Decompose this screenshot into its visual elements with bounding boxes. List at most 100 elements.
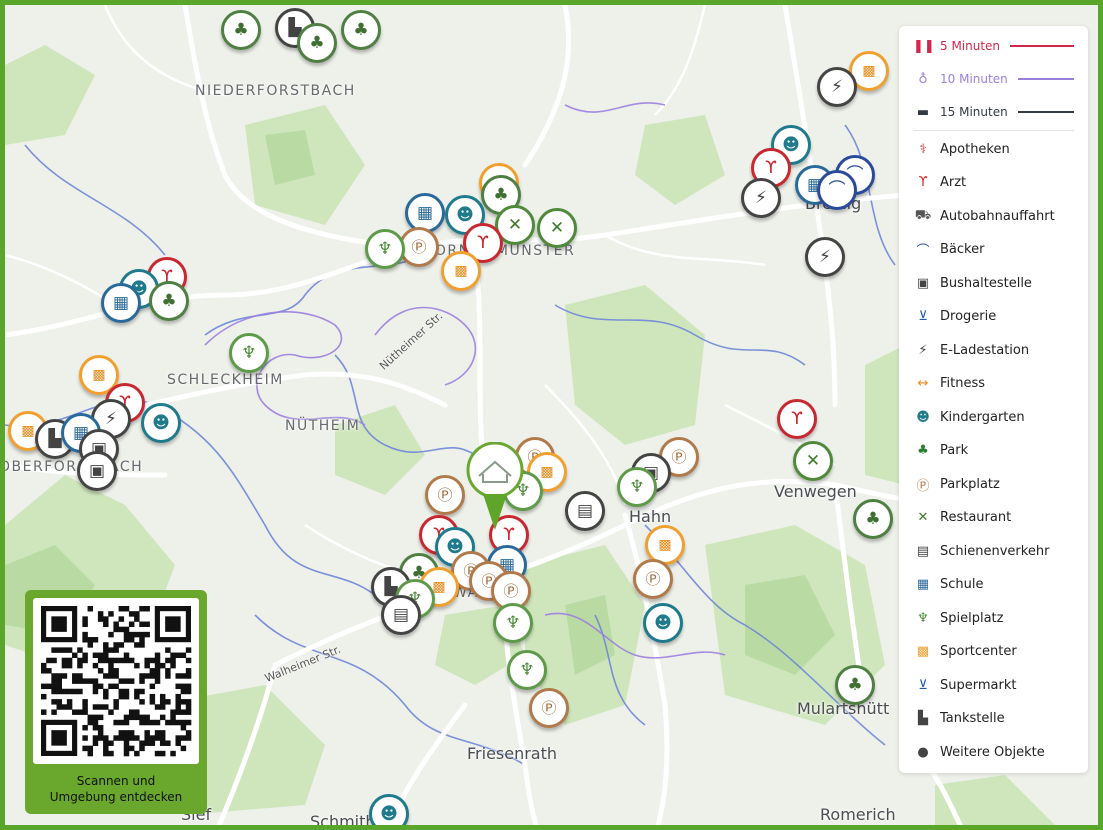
map-pin-icon: ● xyxy=(917,744,929,760)
qr-caption-line2: Umgebung entdecken xyxy=(49,790,183,804)
parking-marker[interactable]: Ⓟ xyxy=(633,559,673,599)
supermarket-icon: ⊻ xyxy=(918,677,928,693)
playground-marker[interactable]: ♆ xyxy=(365,229,405,269)
legend-isochrone-3[interactable]: ▬ 15 Minuten xyxy=(913,102,1074,122)
legend-separator xyxy=(913,130,1074,131)
sportcenter-icon: ▩ xyxy=(916,644,930,659)
legend-item-label: Sportcenter xyxy=(940,644,1017,659)
qr-caption-line1: Scannen und xyxy=(76,774,156,788)
legend-item-parkplatz[interactable]: Ⓟ Parkplatz xyxy=(913,474,1074,494)
place-friesenrath: Friesenrath xyxy=(467,744,558,763)
playground-marker[interactable]: ♆ xyxy=(507,650,547,690)
restaurant-marker[interactable]: ✕ xyxy=(537,208,577,248)
legend-item-label: Restaurant xyxy=(940,510,1012,525)
legend-item-label: E-Ladestation xyxy=(940,342,1030,358)
legend-item-label: Arzt xyxy=(940,175,967,190)
kindergarten-marker[interactable]: ☻ xyxy=(643,603,683,643)
legend-item-label: Supermarkt xyxy=(940,677,1017,693)
legend-item-label: Parkplatz xyxy=(940,476,1000,492)
park-marker[interactable]: ♣ xyxy=(297,23,337,63)
park-marker[interactable]: ♣ xyxy=(341,10,381,50)
legend-isochrone-1[interactable]: ❚❚ 5 Minuten xyxy=(913,36,1074,56)
cutlery-icon: ✕ xyxy=(917,510,929,525)
legend-item-sportcenter[interactable]: ▩ Sportcenter xyxy=(913,642,1074,662)
sportcenter-marker[interactable]: ▩ xyxy=(441,251,481,291)
legend-item-restaurant[interactable]: ✕ Restaurant xyxy=(913,508,1074,528)
legend-item-schule[interactable]: ▦ Schule xyxy=(913,575,1074,595)
place-mulartshuette: Mulartshütt xyxy=(797,699,890,718)
bicycle-icon: ♁ xyxy=(918,71,928,87)
qr-code-panel[interactable]: Scannen und Umgebung entdecken xyxy=(25,590,207,814)
legend-item-bäcker[interactable]: ⌒ Bäcker xyxy=(913,240,1074,260)
property-location-pin[interactable] xyxy=(465,442,525,532)
legend-item-label: Spielplatz xyxy=(940,610,1004,626)
legend-isochrone-label: 10 Minuten xyxy=(940,72,1008,86)
tree-icon: ♣ xyxy=(917,443,929,458)
legend-item-weitere-objekte[interactable]: ● Weitere Objekte xyxy=(913,742,1074,762)
qr-code[interactable] xyxy=(33,598,199,764)
legend-item-label: Fitness xyxy=(940,376,986,391)
ev-charger-marker[interactable]: ⚡ xyxy=(741,178,781,218)
place-schleckheim: SCHLECKHEIM xyxy=(167,372,284,388)
train-marker[interactable]: ▤ xyxy=(565,491,605,531)
legend-isochrone-2[interactable]: ♁ 10 Minuten xyxy=(913,69,1074,89)
legend-item-label: Drogerie xyxy=(940,309,997,324)
legend-item-label: Autobahnauffahrt xyxy=(940,208,1055,224)
legend-isochrone-line xyxy=(1010,45,1074,47)
legend-item-tankstelle[interactable]: ▙ Tankstelle xyxy=(913,709,1074,729)
legend-item-bushaltestelle[interactable]: ▣ Bushaltestelle xyxy=(913,273,1074,293)
legend-item-park[interactable]: ♣ Park xyxy=(913,441,1074,461)
legend-item-fitness[interactable]: ↔ Fitness xyxy=(913,374,1074,394)
legend-item-label: Tankstelle xyxy=(940,711,1005,726)
bread-icon: ⌒ xyxy=(916,244,930,259)
legend-item-label: Weitere Objekte xyxy=(940,744,1045,760)
car-icon: ▬ xyxy=(916,104,930,120)
ev-charger-marker[interactable]: ⚡ xyxy=(817,67,857,107)
parking-marker[interactable]: Ⓟ xyxy=(399,227,439,267)
legend-item-label: Schienenverkehr xyxy=(940,543,1050,559)
legend-item-label: Park xyxy=(940,443,969,458)
legend-item-supermarkt[interactable]: ⊻ Supermarkt xyxy=(913,675,1074,695)
dumbbell-icon: ↔ xyxy=(917,376,929,391)
restaurant-marker[interactable]: ✕ xyxy=(793,441,833,481)
park-marker[interactable]: ♣ xyxy=(149,281,189,321)
map-canvas[interactable]: NIEDERFORSTBACH KORNELIMÜNSTER SCHLECKHE… xyxy=(0,0,1103,830)
doctor-marker[interactable]: ϒ xyxy=(777,399,817,439)
park-marker[interactable]: ♣ xyxy=(853,499,893,539)
playground-marker[interactable]: ♆ xyxy=(229,333,269,373)
kindergarten-marker[interactable]: ☻ xyxy=(369,794,409,825)
legend-isochrone-label: 15 Minuten xyxy=(940,105,1008,119)
legend-item-label: Bäcker xyxy=(940,242,985,257)
place-hahn: Hahn xyxy=(629,507,672,526)
legend-item-e-ladestation[interactable]: ⚡ E-Ladestation xyxy=(913,340,1074,360)
legend-item-arzt[interactable]: ϒ Arzt xyxy=(913,173,1074,193)
legend-item-autobahnauffahrt[interactable]: ⛟ Autobahnauffahrt xyxy=(913,206,1074,226)
train-marker[interactable]: ▤ xyxy=(381,595,421,635)
place-nuetheim: NÜTHEIM xyxy=(285,418,361,434)
legend-item-schienenverkehr[interactable]: ▤ Schienenverkehr xyxy=(913,541,1074,561)
parking-marker[interactable]: Ⓟ xyxy=(529,688,569,728)
highway-icon: ⛟ xyxy=(914,207,932,223)
legend-item-kindergarten[interactable]: ☻ Kindergarten xyxy=(913,407,1074,427)
legend-item-label: Kindergarten xyxy=(940,409,1025,425)
place-oberforstbach: OBERFORSTBACH xyxy=(0,459,144,475)
school-marker[interactable]: ▦ xyxy=(101,283,141,323)
playground-marker[interactable]: ♆ xyxy=(617,467,657,507)
legend-item-drogerie[interactable]: ⊻ Drogerie xyxy=(913,307,1074,327)
bakery-marker[interactable]: ⌒ xyxy=(817,170,857,210)
place-niederforstbach: NIEDERFORSTBACH xyxy=(195,83,356,99)
legend-item-spielplatz[interactable]: ♆ Spielplatz xyxy=(913,608,1074,628)
park-marker[interactable]: ♣ xyxy=(835,665,875,705)
place-venwegen: Venwegen xyxy=(774,482,857,501)
school-icon: ▦ xyxy=(916,577,930,592)
kindergarten-marker[interactable]: ☻ xyxy=(141,403,181,443)
qr-code-matrix xyxy=(41,606,192,757)
park-marker[interactable]: ♣ xyxy=(221,10,261,50)
ev-charger-marker[interactable]: ⚡ xyxy=(805,237,845,277)
footprints-icon: ❚❚ xyxy=(913,38,935,54)
playground-marker[interactable]: ♆ xyxy=(493,603,533,643)
parking-marker[interactable]: Ⓟ xyxy=(425,475,465,515)
bus-marker[interactable]: ▣ xyxy=(77,451,117,491)
legend-item-apotheken[interactable]: ⚕ Apotheken xyxy=(913,139,1074,159)
legend-isochrone-line xyxy=(1017,78,1074,80)
